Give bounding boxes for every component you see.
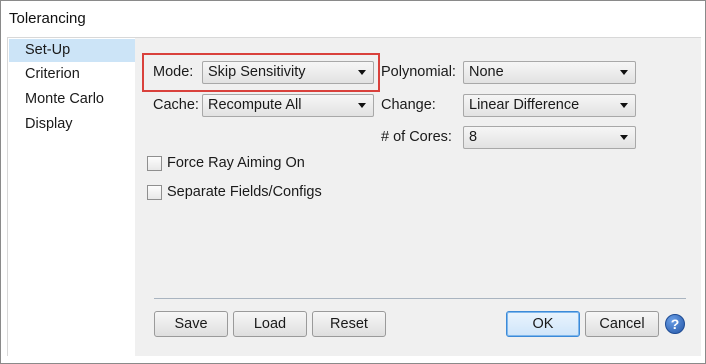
cache-value: Recompute All [208,97,302,113]
mode-value: Skip Sensitivity [208,64,306,80]
nav-item-display[interactable]: Display [9,113,135,136]
help-icon[interactable]: ? [665,314,685,334]
separate-fields-label: Separate Fields/Configs [167,184,322,200]
change-value: Linear Difference [469,97,580,113]
checkbox-box[interactable] [147,185,162,200]
chevron-down-icon [620,103,628,108]
reset-button[interactable]: Reset [312,311,386,337]
ok-button[interactable]: OK [506,311,580,337]
nav-sidebar: Set-Up Criterion Monte Carlo Display [7,37,135,356]
nav-item-set-up[interactable]: Set-Up [9,39,135,62]
cores-dropdown[interactable]: 8 [463,126,636,149]
cores-value: 8 [469,129,478,145]
polynomial-dropdown[interactable]: None [463,61,636,84]
chevron-down-icon [358,103,366,108]
tolerancing-dialog: Tolerancing Set-Up Criterion Monte Carlo… [0,0,706,364]
change-dropdown[interactable]: Linear Difference [463,94,636,117]
polynomial-value: None [469,64,504,80]
chevron-down-icon [620,70,628,75]
separate-fields-checkbox[interactable]: Separate Fields/Configs [147,184,347,202]
polynomial-label: Polynomial: [381,64,456,80]
nav-item-monte-carlo[interactable]: Monte Carlo [9,88,135,111]
cache-label: Cache: [153,97,199,113]
save-button[interactable]: Save [154,311,228,337]
change-label: Change: [381,97,436,113]
mode-label: Mode: [153,64,194,80]
cores-label: # of Cores: [381,129,452,145]
force-ray-aiming-checkbox[interactable]: Force Ray Aiming On [147,155,347,173]
chevron-down-icon [358,70,366,75]
mode-dropdown[interactable]: Skip Sensitivity [202,61,374,84]
dialog-title: Tolerancing [9,10,86,27]
force-ray-aiming-label: Force Ray Aiming On [167,155,305,171]
cancel-button[interactable]: Cancel [585,311,659,337]
nav-item-criterion[interactable]: Criterion [9,63,135,86]
load-button[interactable]: Load [233,311,307,337]
checkbox-box[interactable] [147,156,162,171]
button-separator [154,298,686,299]
cache-dropdown[interactable]: Recompute All [202,94,374,117]
chevron-down-icon [620,135,628,140]
